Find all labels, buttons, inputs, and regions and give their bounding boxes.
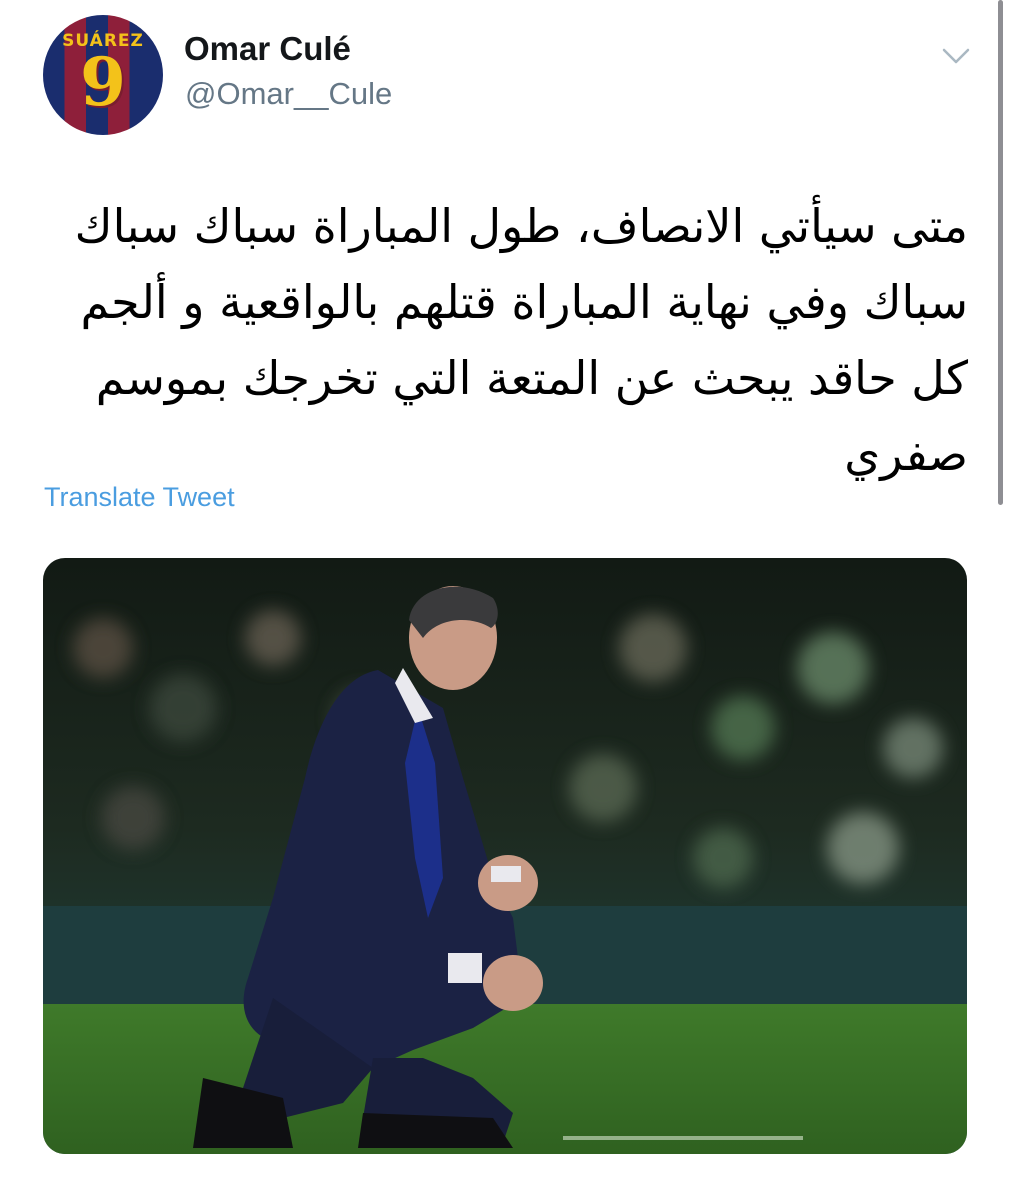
scrollbar[interactable] (998, 0, 1003, 505)
author-handle[interactable]: @Omar__Cule (185, 76, 392, 112)
author-avatar[interactable]: SUÁREZ 9 (43, 15, 163, 135)
tweet-media-photo[interactable] (43, 558, 967, 1154)
chevron-down-icon[interactable] (940, 40, 972, 72)
avatar-jersey-number: 9 (80, 43, 126, 121)
tweet-text: متى سيأتي الانصاف، طول المباراة سباك سبا… (74, 199, 968, 481)
author-display-name[interactable]: Omar Culé (184, 30, 351, 68)
translate-tweet-link[interactable]: Translate Tweet (44, 482, 235, 513)
